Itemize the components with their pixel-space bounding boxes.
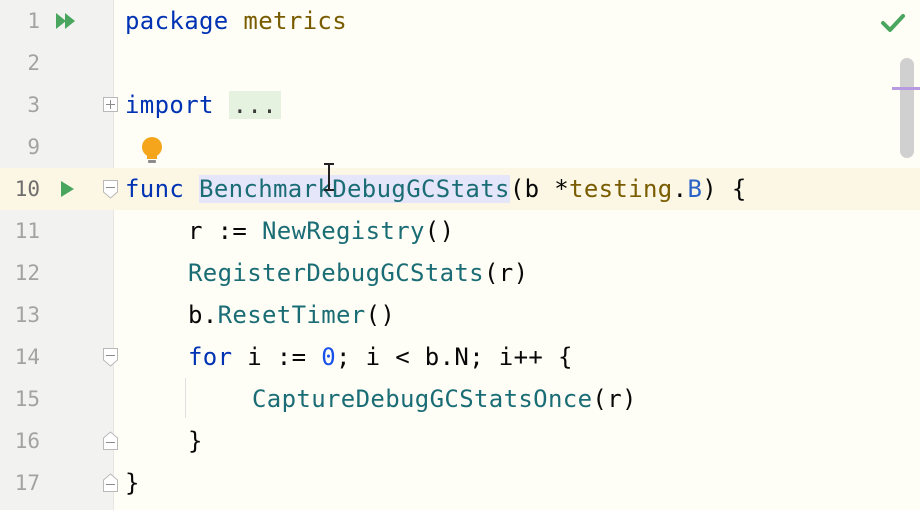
keyword: package xyxy=(125,7,229,35)
code-token: (r) xyxy=(483,259,529,287)
line-number: 16 xyxy=(14,429,40,453)
code-text[interactable]: } xyxy=(125,420,203,462)
code-line[interactable]: 9 xyxy=(0,126,920,168)
fold-collapse-icon[interactable] xyxy=(103,348,119,372)
indent-guide xyxy=(185,378,186,418)
code-token: } xyxy=(125,469,140,497)
code-text[interactable]: r := NewRegistry() xyxy=(125,210,454,252)
keyword: func xyxy=(125,175,185,203)
vertical-scrollbar[interactable] xyxy=(900,58,914,158)
line-number: 14 xyxy=(14,345,40,369)
line-number: 3 xyxy=(27,93,40,117)
code-text[interactable]: RegisterDebugGCStats(r) xyxy=(125,252,528,294)
type-name: B xyxy=(687,175,703,203)
line-number: 15 xyxy=(14,387,40,411)
function-call: ResetTimer xyxy=(217,301,366,329)
code-line[interactable]: 16 } xyxy=(0,420,920,462)
function-call: CaptureDebugGCStatsOnce xyxy=(252,385,593,413)
code-text[interactable]: b.ResetTimer() xyxy=(125,294,395,336)
lightbulb-icon[interactable] xyxy=(140,136,164,170)
code-token: i := xyxy=(232,343,322,371)
code-token: (b * xyxy=(509,175,570,203)
scrollbar-marker[interactable] xyxy=(892,87,920,90)
line-number: 2 xyxy=(27,51,40,75)
run-icon[interactable] xyxy=(60,179,76,203)
code-line[interactable]: 3 import ... xyxy=(0,84,920,126)
code-token: } xyxy=(188,427,203,455)
code-token: ) { xyxy=(702,175,747,203)
fold-expand-icon[interactable] xyxy=(103,97,119,117)
code-text[interactable]: func BenchmarkDebugGCStats(b *testing.B)… xyxy=(125,168,747,210)
code-line[interactable]: 11 r := NewRegistry() xyxy=(0,210,920,252)
code-editor[interactable]: 1 package metrics 2 3 import ... 9 10 fu… xyxy=(0,0,920,510)
run-all-icon[interactable] xyxy=(56,11,78,35)
code-line[interactable]: 17 } xyxy=(0,462,920,504)
package-ref: testing xyxy=(569,175,673,203)
function-name[interactable]: BenchmarkDebugGCStats xyxy=(199,175,510,203)
code-line[interactable]: 1 package metrics xyxy=(0,0,920,42)
code-token: (r) xyxy=(592,385,637,413)
line-number: 13 xyxy=(14,303,40,327)
line-number: 10 xyxy=(14,177,40,201)
function-call: NewRegistry xyxy=(262,217,425,245)
code-line[interactable]: 15 CaptureDebugGCStatsOnce(r) xyxy=(0,378,920,420)
code-line[interactable]: 12 RegisterDebugGCStats(r) xyxy=(0,252,920,294)
code-token: () xyxy=(365,301,396,329)
fold-end-icon[interactable] xyxy=(103,472,119,496)
fold-end-icon[interactable] xyxy=(103,430,119,454)
code-token: b. xyxy=(188,301,218,329)
number-literal: 0 xyxy=(321,343,337,371)
keyword: import xyxy=(125,91,214,119)
code-token: r := xyxy=(188,217,262,245)
code-text[interactable]: package metrics xyxy=(125,0,347,42)
code-text[interactable]: } xyxy=(125,462,140,504)
code-token: ; i < b.N; i++ { xyxy=(336,343,573,371)
code-line[interactable]: 2 xyxy=(0,42,920,84)
code-line-current[interactable]: 10 func BenchmarkDebugGCStats(b *testing… xyxy=(0,168,920,210)
code-token: . xyxy=(672,175,688,203)
check-icon[interactable] xyxy=(880,12,906,38)
line-number: 17 xyxy=(14,471,40,495)
code-token: () xyxy=(424,217,455,245)
package-name: metrics xyxy=(243,7,348,35)
line-number: 11 xyxy=(14,219,40,243)
line-number: 12 xyxy=(14,261,40,285)
line-number: 9 xyxy=(27,135,40,159)
fold-collapse-icon[interactable] xyxy=(103,180,119,204)
function-call: RegisterDebugGCStats xyxy=(188,259,484,287)
code-line[interactable]: 13 b.ResetTimer() xyxy=(0,294,920,336)
code-line[interactable]: 14 for i := 0; i < b.N; i++ { xyxy=(0,336,920,378)
folded-imports[interactable]: ... xyxy=(228,91,282,119)
code-text[interactable]: import ... xyxy=(125,84,282,126)
code-text[interactable]: CaptureDebugGCStatsOnce(r) xyxy=(125,378,637,420)
line-number: 1 xyxy=(27,9,40,33)
keyword: for xyxy=(188,343,233,371)
code-text[interactable]: for i := 0; i < b.N; i++ { xyxy=(125,336,573,378)
text-cursor-icon xyxy=(322,162,336,196)
